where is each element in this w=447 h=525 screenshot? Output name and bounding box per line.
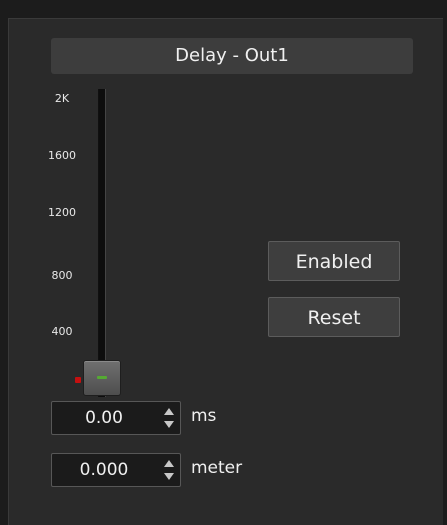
delay-slider-track[interactable] bbox=[98, 89, 106, 397]
enabled-button[interactable]: Enabled bbox=[268, 241, 400, 281]
delay-slider-thumb[interactable] bbox=[83, 360, 121, 396]
scale-label-800: 800 bbox=[51, 269, 73, 282]
spin-down-arrow-icon[interactable] bbox=[164, 421, 174, 428]
zero-marker bbox=[75, 377, 81, 383]
delay-meter-spin-arrows[interactable] bbox=[158, 454, 180, 486]
thumb-grip bbox=[97, 376, 107, 379]
panel-title: Delay - Out1 bbox=[51, 38, 413, 74]
scale-label-1600: 1600 bbox=[48, 149, 76, 162]
scale-label-400: 400 bbox=[51, 325, 73, 338]
delay-meter-spinbox[interactable] bbox=[51, 453, 181, 487]
scale-label-1200: 1200 bbox=[48, 206, 76, 219]
meter-unit-label: meter bbox=[191, 458, 243, 478]
delay-meter-input[interactable] bbox=[52, 454, 156, 486]
delay-panel: Delay - Out1 2K 1600 1200 800 400 Enable… bbox=[8, 18, 443, 525]
delay-ms-spinbox[interactable] bbox=[51, 401, 181, 435]
scale-label-2k: 2K bbox=[54, 92, 70, 105]
spin-down-arrow-icon[interactable] bbox=[164, 473, 174, 480]
delay-ms-spin-arrows[interactable] bbox=[158, 402, 180, 434]
spin-up-arrow-icon[interactable] bbox=[164, 460, 174, 467]
ms-unit-label: ms bbox=[191, 406, 217, 426]
reset-button[interactable]: Reset bbox=[268, 297, 400, 337]
delay-ms-input[interactable] bbox=[52, 402, 156, 434]
spin-up-arrow-icon[interactable] bbox=[164, 408, 174, 415]
